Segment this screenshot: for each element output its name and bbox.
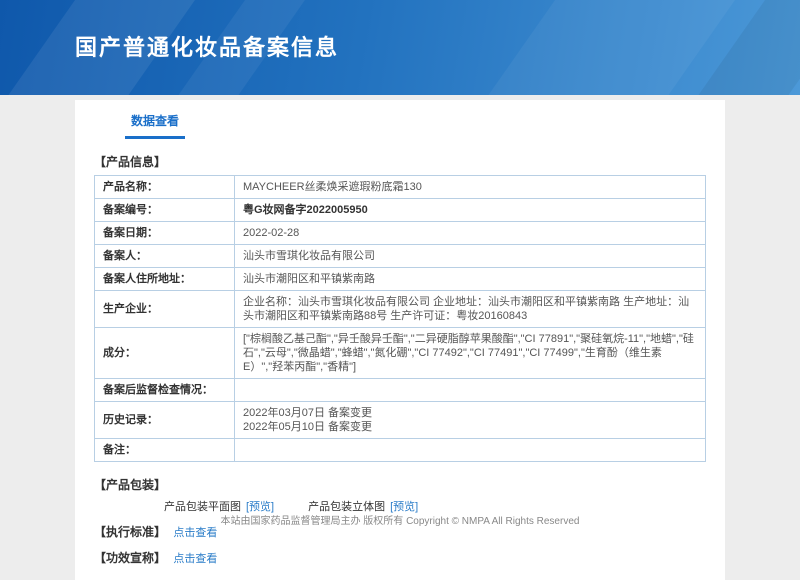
row-label: 备案日期： xyxy=(95,222,235,245)
row-label: 历史记录： xyxy=(95,402,235,439)
row-label: 备案后监督检查情况： xyxy=(95,379,235,402)
exec-standard-link[interactable]: 点击查看 xyxy=(173,527,217,539)
row-value: 粤G妆网备字2022005950 xyxy=(235,199,706,222)
section-title-packaging: 【产品包装】 xyxy=(94,476,706,493)
efficacy-claim-label: 【功效宣称】 xyxy=(94,551,166,565)
row-label: 成分： xyxy=(95,328,235,379)
row-value: 2022年03月07日 备案变更 2022年05月10日 备案变更 xyxy=(235,402,706,439)
table-row: 产品名称： MAYCHEER丝柔焕采遮瑕粉底霜130 xyxy=(95,176,706,199)
content-card: 数据查看 【产品信息】 产品名称： MAYCHEER丝柔焕采遮瑕粉底霜130 备… xyxy=(75,100,725,580)
row-label: 生产企业： xyxy=(95,291,235,328)
banner: 国产普通化妆品备案信息 xyxy=(0,0,800,95)
row-label: 备注： xyxy=(95,439,235,462)
row-value: MAYCHEER丝柔焕采遮瑕粉底霜130 xyxy=(235,176,706,199)
exec-standard-label: 【执行标准】 xyxy=(94,525,166,539)
footer-text: 本站由国家药品监督管理局主办 版权所有 Copyright © NMPA All… xyxy=(0,512,800,527)
row-value: ["棕榈酸乙基己酯","异壬酸异壬酯","二异硬脂醇苹果酸酯","CI 7789… xyxy=(235,328,706,379)
table-row: 历史记录： 2022年03月07日 备案变更 2022年05月10日 备案变更 xyxy=(95,402,706,439)
row-value: 企业名称：汕头市雪琪化妆品有限公司 企业地址：汕头市潮阳区和平镇紫南路 生产地址… xyxy=(235,291,706,328)
row-value: 汕头市雪琪化妆品有限公司 xyxy=(235,245,706,268)
row-value: 汕头市潮阳区和平镇紫南路 xyxy=(235,268,706,291)
efficacy-claim-line: 【功效宣称】 点击查看 xyxy=(94,549,706,566)
row-value xyxy=(235,439,706,462)
table-row: 备案人住所地址： 汕头市潮阳区和平镇紫南路 xyxy=(95,268,706,291)
efficacy-claim-link[interactable]: 点击查看 xyxy=(173,553,217,565)
row-label: 备案编号： xyxy=(95,199,235,222)
section-title-product-info: 【产品信息】 xyxy=(94,153,706,170)
table-row: 备案后监督检查情况： xyxy=(95,379,706,402)
tab-data-view[interactable]: 数据查看 xyxy=(125,112,185,139)
table-row: 备案日期： 2022-02-28 xyxy=(95,222,706,245)
row-label: 产品名称： xyxy=(95,176,235,199)
row-value: 2022-02-28 xyxy=(235,222,706,245)
table-row: 成分： ["棕榈酸乙基己酯","异壬酸异壬酯","二异硬脂醇苹果酸酯","CI … xyxy=(95,328,706,379)
table-row: 生产企业： 企业名称：汕头市雪琪化妆品有限公司 企业地址：汕头市潮阳区和平镇紫南… xyxy=(95,291,706,328)
tab-bar: 数据查看 xyxy=(75,100,725,139)
row-value xyxy=(235,379,706,402)
row-label: 备案人： xyxy=(95,245,235,268)
table-row: 备案编号： 粤G妆网备字2022005950 xyxy=(95,199,706,222)
row-label: 备案人住所地址： xyxy=(95,268,235,291)
page-title: 国产普通化妆品备案信息 xyxy=(75,30,339,62)
product-info-table: 产品名称： MAYCHEER丝柔焕采遮瑕粉底霜130 备案编号： 粤G妆网备字2… xyxy=(94,175,706,462)
table-row: 备注： xyxy=(95,439,706,462)
table-row: 备案人： 汕头市雪琪化妆品有限公司 xyxy=(95,245,706,268)
